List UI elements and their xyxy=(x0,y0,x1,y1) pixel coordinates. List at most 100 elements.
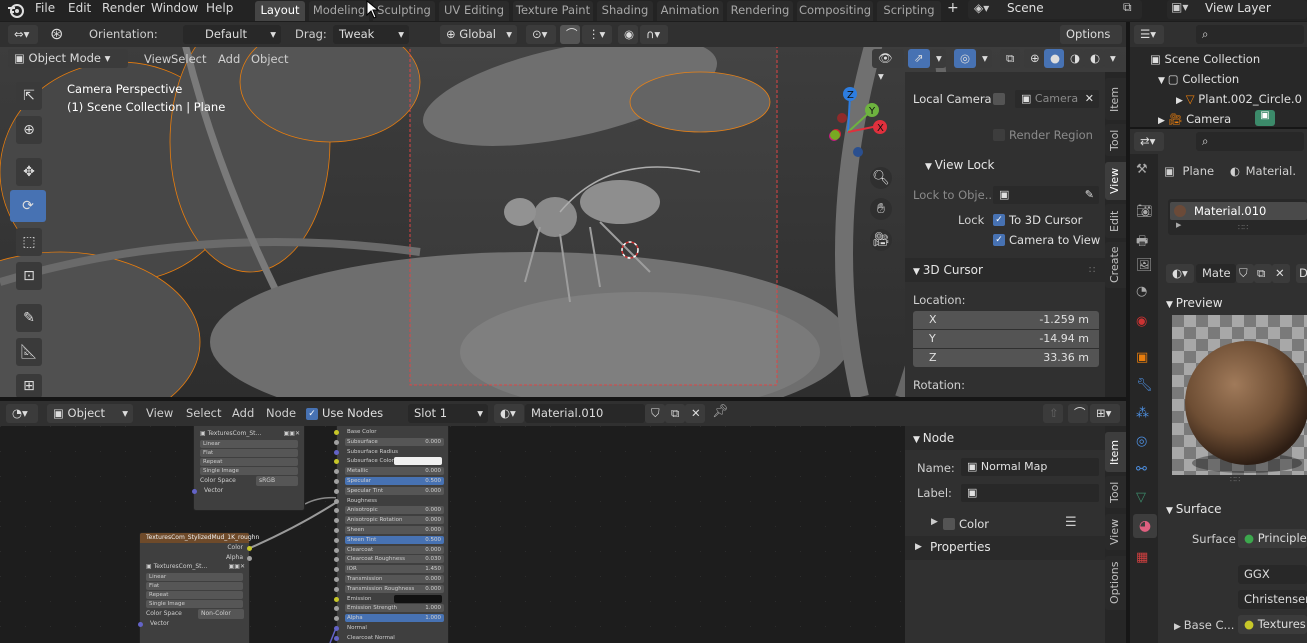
bsdf-input-row[interactable]: Clearcoat Normal xyxy=(334,633,448,643)
tab-uv-editing[interactable]: UV Editing xyxy=(439,1,509,21)
proportional-edit-toggle[interactable]: ◉ xyxy=(618,25,638,44)
bsdf-input-row[interactable]: IOR 1.450 xyxy=(334,564,448,574)
input-socket[interactable] xyxy=(334,586,339,592)
menu-file[interactable]: File xyxy=(35,0,55,21)
close-icon[interactable]: ✕ xyxy=(1085,90,1094,108)
bsdf-input-field[interactable]: Clearcoat 0.000 xyxy=(345,545,444,554)
outliner-search-input[interactable]: ⌕ xyxy=(1196,25,1304,44)
input-socket[interactable] xyxy=(334,508,339,514)
copy-scene-icon[interactable]: ⧉ xyxy=(1123,0,1132,15)
input-socket[interactable] xyxy=(334,518,339,524)
bsdf-input-row[interactable]: Anisotropic 0.000 xyxy=(334,505,448,515)
particles-tab-icon[interactable]: ⁂ xyxy=(1136,406,1149,421)
pivot-point-dropdown[interactable]: ⊙▾ xyxy=(526,25,556,44)
pan-hand-icon[interactable]: ✋︎ xyxy=(870,198,892,220)
input-socket[interactable] xyxy=(334,567,339,573)
menu-view[interactable]: View xyxy=(144,52,171,66)
bsdf-input-field[interactable]: Sheen 0.000 xyxy=(345,525,444,534)
alpha-socket[interactable] xyxy=(247,555,252,561)
outliner-row-camera[interactable]: ▶ 🎥︎ Camera xyxy=(1158,112,1231,126)
material-browse-button[interactable]: ◐▾ xyxy=(494,404,524,423)
bsdf-input-field[interactable]: Specular 0.500 xyxy=(345,476,444,485)
object-data-tab-icon[interactable]: ▽ xyxy=(1136,490,1146,505)
node-title-bar[interactable]: TexturesCom_StylizedMud_1K_roughn xyxy=(140,533,259,543)
node-name-field[interactable]: ▣ Normal Map xyxy=(961,458,1099,476)
render-tab-icon[interactable]: 📷︎ xyxy=(1136,204,1153,219)
material-slot-item[interactable]: Material.010 xyxy=(1170,202,1307,220)
modifier-tab-icon[interactable]: 🔧︎ xyxy=(1136,378,1153,393)
vector-socket[interactable] xyxy=(192,488,197,494)
surface-panel-header[interactable]: ▼ Surface xyxy=(1166,502,1222,516)
bsdf-input-row[interactable]: Transmission 0.000 xyxy=(334,574,448,584)
bsdf-input-field[interactable]: Clearcoat Roughness 0.030 xyxy=(345,555,444,564)
area-separator-horizontal[interactable] xyxy=(0,397,1126,401)
visibility-dropdown[interactable]: 👁︎▾ xyxy=(872,49,904,83)
overlay-dropdown[interactable]: ▾ xyxy=(976,49,992,68)
color-swatch[interactable] xyxy=(394,457,442,466)
bsdf-input-row[interactable]: Subsurface 0.000 xyxy=(334,437,448,447)
bsdf-input-row[interactable]: Emission xyxy=(334,594,448,604)
tab-item[interactable]: Item xyxy=(1105,432,1127,472)
image-selector[interactable]: ▣ TexturesCom_St... ▣▣✕ xyxy=(140,562,249,572)
mode-dropdown[interactable]: ▣ Object Mode ▾ xyxy=(8,49,128,68)
bsdf-input-field[interactable]: Clearcoat Normal xyxy=(345,634,444,642)
bsdf-input-row[interactable]: Sheen Tint 0.500 xyxy=(334,535,448,545)
input-socket[interactable] xyxy=(334,488,339,494)
tab-item[interactable]: Item xyxy=(1105,78,1127,120)
material-name-field[interactable]: Material.010 xyxy=(525,404,645,423)
cursor-x-field[interactable]: X -1.259 m xyxy=(913,311,1099,329)
shader-type-dropdown[interactable]: ▣ Object ▾ xyxy=(47,404,133,423)
pivot-icon[interactable]: ⊛ xyxy=(50,24,63,43)
input-socket[interactable] xyxy=(334,449,339,455)
tab-compositing[interactable]: Compositing xyxy=(797,1,873,21)
input-socket[interactable] xyxy=(334,606,339,612)
slot-dropdown[interactable]: Slot 1 ▾ xyxy=(408,404,488,423)
transform-pivot-dropdown[interactable]: ⇔▾ xyxy=(8,25,38,44)
gizmo-toggle[interactable]: ⇗ xyxy=(908,49,930,68)
source-field[interactable]: Single Image xyxy=(146,600,243,609)
input-socket[interactable] xyxy=(334,498,339,504)
tab-view[interactable]: View xyxy=(1105,162,1127,200)
menu-add[interactable]: Add xyxy=(218,52,240,66)
input-socket[interactable] xyxy=(334,537,339,543)
color-swatch[interactable] xyxy=(394,594,442,603)
preview-resize-handle-icon[interactable]: ∷∷ xyxy=(1230,475,1240,484)
solid-shading-button[interactable]: ● xyxy=(1044,49,1064,68)
color-expand-icon[interactable]: ▶ xyxy=(931,517,938,527)
principled-bsdf-node[interactable]: Base Color Subsurface 0.000 Subsurface Radi… xyxy=(334,426,449,643)
input-socket[interactable] xyxy=(334,527,339,533)
tab-modeling[interactable]: Modeling xyxy=(309,1,369,21)
extension-field[interactable]: Repeat xyxy=(200,457,298,466)
projection-field[interactable]: Flat xyxy=(146,582,243,591)
eyedropper-icon[interactable]: ✎ xyxy=(1085,186,1094,204)
tab-texture-paint[interactable]: Texture Paint xyxy=(513,1,593,21)
bsdf-input-field[interactable]: Transmission 0.000 xyxy=(345,574,444,583)
surface-shader-field[interactable]: ● Principled xyxy=(1238,529,1307,548)
lock-to-object-field[interactable]: ▣ ✎ xyxy=(993,186,1099,204)
unlink-material-icon[interactable]: ✕ xyxy=(1272,264,1290,283)
properties-panel-header[interactable]: ▶ Properties xyxy=(905,536,1105,560)
bsdf-input-field[interactable]: Base Color xyxy=(345,428,444,436)
rotate-tool-icon[interactable]: ⟳ xyxy=(10,190,46,222)
constraints-tab-icon[interactable]: ⚯ xyxy=(1136,462,1147,477)
navigation-gizmo[interactable]: Z Y X xyxy=(820,84,892,164)
input-socket[interactable] xyxy=(334,459,339,465)
menu-edit[interactable]: Edit xyxy=(68,0,91,21)
outliner-type-dropdown[interactable]: ☰▾ xyxy=(1134,25,1164,44)
base-color-field[interactable]: ● Textures xyxy=(1238,615,1307,634)
scene-selector[interactable]: ◈▾ Scene ⧉ xyxy=(968,0,1142,19)
options-dropdown[interactable]: Options ▾ xyxy=(1060,25,1122,59)
overlay-toggle[interactable]: ◎ xyxy=(954,49,976,68)
zoom-icon[interactable]: 🔍︎ xyxy=(870,167,892,189)
colorspace-row[interactable]: Color Space sRGB xyxy=(194,475,304,486)
gizmo-dropdown[interactable]: ▾ xyxy=(930,49,946,68)
menu-object[interactable]: Object xyxy=(251,52,288,66)
unlink-material-icon[interactable]: ✕ xyxy=(685,404,705,423)
subsurface-method-dropdown[interactable]: Christensen xyxy=(1238,590,1307,609)
cursor-y-field[interactable]: Y -14.94 m xyxy=(913,330,1099,348)
world-tab-icon[interactable]: ◉ xyxy=(1136,314,1147,329)
interpolation-field[interactable]: Linear xyxy=(146,573,243,582)
node-menu-view[interactable]: View xyxy=(146,406,173,420)
outliner-row-scene-collection[interactable]: ▣ Scene Collection xyxy=(1150,52,1260,66)
output-tab-icon[interactable]: 🖶︎ xyxy=(1136,232,1148,254)
